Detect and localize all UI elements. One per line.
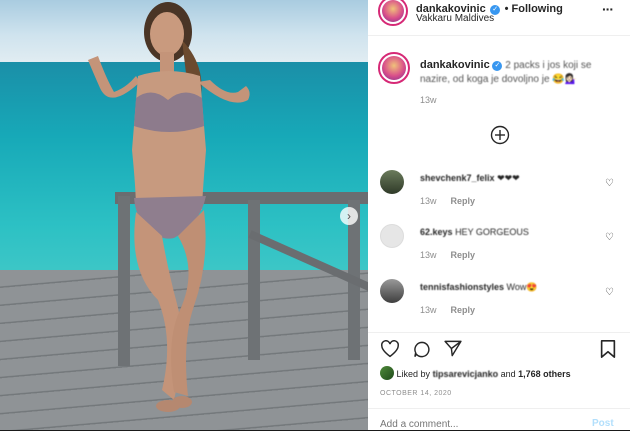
comment-item: 62.keys HEY GORGEOUS 13w Reply ♡	[380, 224, 620, 264]
comment-item: shevchenk7_felix ❤❤❤ 13w Reply ♡	[380, 170, 620, 210]
comment-body: HEY GORGEOUS	[455, 227, 529, 237]
like-comment-heart-icon[interactable]: ♡	[605, 178, 614, 189]
comment-bubble-icon[interactable]	[412, 340, 432, 359]
commenter-avatar[interactable]	[380, 170, 404, 194]
post-location[interactable]: Vakkaru Maldives	[416, 13, 494, 24]
caption-age: 13w	[420, 95, 437, 105]
comment-body: ❤❤❤	[497, 173, 520, 183]
comment-text: shevchenk7_felix ❤❤❤	[420, 173, 600, 184]
add-comment-bar: Post	[368, 408, 630, 431]
comment-username[interactable]: tennisfashionstyles	[420, 282, 504, 292]
comment-username[interactable]: 62.keys	[420, 227, 453, 237]
liker-avatar[interactable]	[380, 366, 394, 380]
post-sidebar: dankakovinic ✓ • Following Vakkaru Maldi…	[368, 0, 630, 431]
reply-button[interactable]: Reply	[451, 196, 476, 206]
likes-count[interactable]: 1,768 others	[518, 369, 571, 379]
share-plane-icon[interactable]	[443, 339, 463, 358]
comment-username[interactable]: shevchenk7_felix	[420, 173, 495, 183]
caption: dankakovinic ✓ 2 packs i jos koji se naz…	[420, 58, 620, 87]
plus-circle-icon[interactable]	[490, 125, 510, 145]
comment-body: Wow😍	[506, 282, 538, 292]
photo-person	[88, 2, 250, 412]
caption-username[interactable]: dankakovinic	[420, 59, 490, 71]
add-comment-input[interactable]	[380, 417, 570, 431]
commenter-avatar[interactable]	[380, 224, 404, 248]
likes-joiner: and	[500, 369, 516, 379]
comment-meta: 13w Reply	[420, 196, 475, 206]
post-actions	[368, 332, 630, 362]
instagram-post: › dankakovinic ✓ • Following Vakkaru Mal…	[0, 0, 630, 431]
commenter-avatar[interactable]	[380, 279, 404, 303]
post-photo[interactable]: ›	[0, 0, 368, 430]
author-avatar[interactable]	[378, 0, 408, 26]
comment-age: 13w	[420, 196, 437, 206]
likes-summary: Liked by tipsarevicjanko and 1,768 other…	[380, 366, 571, 380]
likes-prefix: Liked by	[396, 369, 431, 379]
comment-meta: 13w Reply	[420, 250, 475, 260]
post-comment-button[interactable]: Post	[592, 418, 614, 429]
caption-avatar[interactable]	[378, 52, 410, 84]
like-comment-heart-icon[interactable]: ♡	[605, 232, 614, 243]
comment-text: tennisfashionstyles Wow😍	[420, 282, 600, 293]
comment-age: 13w	[420, 250, 437, 260]
post-date: OCTOBER 14, 2020	[380, 390, 452, 397]
post-header: dankakovinic ✓ • Following Vakkaru Maldi…	[368, 0, 630, 36]
comment-age: 13w	[420, 305, 437, 315]
more-dots-icon[interactable]: ···	[602, 1, 614, 17]
reply-button[interactable]: Reply	[451, 250, 476, 260]
comment-text: 62.keys HEY GORGEOUS	[420, 227, 600, 237]
reply-button[interactable]: Reply	[451, 305, 476, 315]
verified-badge-icon: ✓	[492, 61, 503, 71]
comment-item: tennisfashionstyles Wow😍 13w Reply ♡	[380, 279, 620, 319]
bookmark-icon[interactable]	[599, 339, 617, 359]
heart-icon[interactable]	[380, 340, 400, 358]
like-comment-heart-icon[interactable]: ♡	[605, 287, 614, 298]
liker-username[interactable]: tipsarevicjanko	[433, 369, 499, 379]
comment-meta: 13w Reply	[420, 305, 475, 315]
next-photo-chevron-icon[interactable]: ›	[340, 207, 358, 225]
follow-status[interactable]: • Following	[505, 3, 563, 15]
